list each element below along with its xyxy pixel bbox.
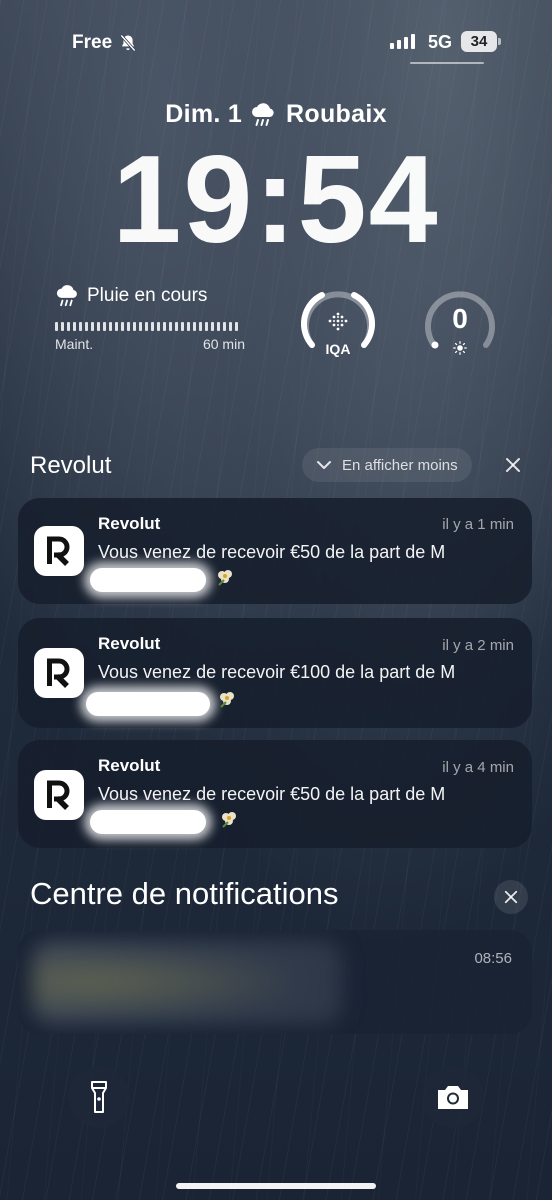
rain-intensity-tick [175, 322, 178, 331]
control-center-indicator[interactable] [410, 62, 484, 64]
rain-intensity-tick [163, 322, 166, 331]
particles-icon [328, 312, 348, 331]
notification-card[interactable]: Revolut il y a 4 min Vous venez de recev… [18, 740, 532, 848]
date-label: Dim. 1 [165, 100, 243, 128]
carrier-label: Free [72, 32, 113, 53]
rain-intensity-tick [157, 322, 160, 331]
camera-button[interactable] [422, 1066, 484, 1128]
close-icon [504, 890, 518, 904]
flower-emoji-icon [222, 812, 236, 828]
rain-intensity-tick [169, 322, 172, 331]
notification-app-name: Revolut [98, 634, 161, 653]
redacted-sender [90, 568, 206, 592]
rain-start-label: Maint. [55, 336, 94, 352]
chevron-down-icon [317, 461, 331, 469]
cell-signal-icon [390, 33, 415, 49]
rain-intensity-tick [67, 322, 70, 331]
rain-intensity-tick [55, 322, 58, 331]
rain-intensity-tick [139, 322, 142, 331]
bell-slash-icon [120, 34, 136, 52]
dismiss-group-button[interactable] [496, 448, 530, 482]
rain-intensity-tick [205, 322, 208, 331]
rain-intensity-tick [103, 322, 106, 331]
rain-intensity-tick [181, 322, 184, 331]
revolut-logo-icon [47, 536, 70, 566]
lock-clock: 19:54 [112, 131, 440, 269]
revolut-app-icon [34, 526, 84, 576]
rain-intensity-tick [151, 322, 154, 331]
rain-end-label: 60 min [202, 336, 245, 352]
flashlight-icon [91, 1081, 107, 1113]
date-weather-row[interactable]: Dim. 1 Roubaix [0, 100, 552, 129]
rain-intensity-tick [145, 322, 148, 331]
rain-intensity-tick [73, 322, 76, 331]
notification-message: Vous venez de recevoir €50 de la part de… [98, 784, 446, 804]
notification-center-title: Centre de notifications [30, 876, 339, 911]
notification-message: Vous venez de recevoir €50 de la part de… [98, 542, 446, 562]
notification-group-header: Revolut En afficher moins [30, 448, 530, 482]
status-bar: Free 5G 34 [0, 0, 552, 80]
rain-intensity-tick [85, 322, 88, 331]
carrier: Free [72, 32, 138, 54]
rain-intensity-tick [223, 322, 226, 331]
notification-time: 08:56 [474, 950, 512, 967]
group-title: Revolut [30, 452, 112, 479]
rain-intensity-tick [61, 322, 64, 331]
notification-message: Vous venez de recevoir €100 de la part d… [98, 662, 456, 682]
notification-card[interactable]: Revolut il y a 2 min Vous venez de recev… [18, 618, 532, 728]
rain-intensity-tick [109, 322, 112, 331]
notification-app-name: Revolut [98, 514, 161, 533]
city-label: Roubaix [286, 100, 387, 128]
revolut-logo-icon [47, 780, 70, 810]
camera-icon [438, 1086, 468, 1109]
rain-intensity-tick [199, 322, 202, 331]
blurred-content [32, 940, 342, 1024]
rain-intensity-tick [187, 322, 190, 331]
notification-app-name: Revolut [98, 756, 161, 775]
rain-intensity-tick [115, 322, 118, 331]
show-less-label: En afficher moins [342, 456, 458, 474]
rain-intensity-bar [55, 322, 245, 332]
clear-notifications-button[interactable] [494, 880, 528, 914]
revolut-app-icon [34, 648, 84, 698]
cloud-rain-icon [56, 285, 77, 307]
uv-index-gauge[interactable]: 0 [420, 283, 500, 363]
battery-level: 34 [470, 33, 488, 50]
rain-widget[interactable]: Pluie en cours Maint. 60 min [55, 284, 245, 352]
network-type: 5G [428, 32, 453, 52]
redacted-sender [90, 810, 206, 834]
rain-intensity-tick [133, 322, 136, 331]
cloud-rain-icon [252, 102, 274, 126]
sun-icon [453, 341, 467, 355]
close-icon [506, 458, 520, 472]
air-quality-gauge[interactable]: IQA [298, 283, 378, 363]
flashlight-button[interactable] [68, 1066, 130, 1128]
notification-time: il y a 1 min [442, 516, 514, 533]
revolut-logo-icon [47, 658, 70, 688]
flower-emoji-icon [218, 570, 232, 586]
uv-value: 0 [452, 303, 468, 334]
rain-intensity-tick [229, 322, 232, 331]
flower-emoji-icon [220, 692, 234, 708]
home-indicator[interactable] [176, 1183, 376, 1189]
notification-time: il y a 4 min [442, 759, 514, 776]
notification-time: il y a 2 min [442, 637, 514, 654]
rain-intensity-tick [97, 322, 100, 331]
notification-center-card[interactable]: 08:56 [18, 930, 532, 1034]
rain-intensity-tick [91, 322, 94, 331]
rain-intensity-tick [121, 322, 124, 331]
rain-intensity-tick [217, 322, 220, 331]
rain-intensity-tick [235, 322, 238, 331]
rain-intensity-tick [127, 322, 130, 331]
battery-icon: 34 [461, 31, 501, 52]
aqi-label: IQA [325, 341, 351, 357]
rain-widget-title: Pluie en cours [87, 285, 208, 306]
revolut-app-icon [34, 770, 84, 820]
rain-intensity-tick [211, 322, 214, 331]
rain-intensity-tick [79, 322, 82, 331]
show-less-button[interactable]: En afficher moins [302, 448, 472, 482]
notification-card[interactable]: Revolut il y a 1 min Vous venez de recev… [18, 498, 532, 604]
rain-intensity-tick [193, 322, 196, 331]
redacted-sender [86, 692, 210, 716]
